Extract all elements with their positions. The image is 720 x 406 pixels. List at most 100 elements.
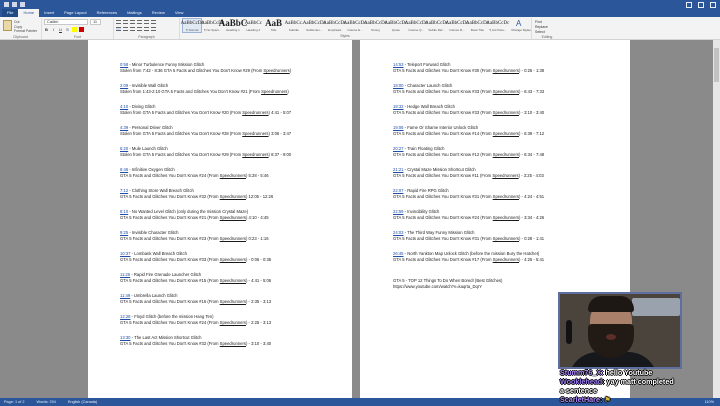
font-size-select[interactable]: 11 [90,19,101,25]
source-channel-link[interactable]: Speedrunners [242,131,268,136]
source-channel-link[interactable]: Speedrunners [263,68,289,73]
source-channel-link[interactable]: Speedrunners [220,341,246,346]
style-item[interactable]: AaBbC Heading 1 [219,18,248,33]
align-center-button[interactable] [123,27,128,31]
timestamp-link[interactable]: 13:30 [120,335,130,340]
source-channel-link[interactable]: Speedrunners [220,320,246,325]
source-channel-link[interactable]: Speedrunners [493,194,519,199]
timestamp-link[interactable]: 6:46 [120,167,128,172]
timestamp-link[interactable]: 24:03 [393,230,403,235]
decrease-indent-button[interactable] [137,20,142,24]
tab-home[interactable]: Home [18,9,40,17]
source-channel-link[interactable]: Speedrunners [493,131,519,136]
tab-insert[interactable]: Insert [39,9,59,17]
underline-button[interactable]: U [58,27,63,32]
source-channel-link[interactable]: Speedrunners [493,89,519,94]
align-right-button[interactable] [130,27,135,31]
source-channel-link[interactable]: Speedrunners [220,194,246,199]
italic-button[interactable]: I [51,27,56,32]
timestamp-link[interactable]: 8:10 [120,209,128,214]
page2-footer-link[interactable]: https://www.youtube.com/watch?v=kaqrta_D… [393,284,482,290]
page-count[interactable]: Page: 1 of 2 [4,398,24,406]
timestamp-link[interactable]: 18:32 [393,104,403,109]
highlight-color-button[interactable] [72,27,77,32]
strikethrough-button[interactable]: S [65,27,70,32]
sort-button[interactable] [151,20,156,24]
justify-button[interactable] [137,27,142,31]
source-channel-link[interactable]: Speedrunners [493,236,519,241]
timestamp-link[interactable]: 21:21 [393,167,403,172]
maximize-button[interactable] [698,1,704,8]
style-item[interactable]: AaBbCcDc Intense R... [446,18,469,33]
source-channel-link[interactable]: Speedrunners [493,110,519,115]
style-item[interactable]: AaBbCcDc Intense E... [344,18,367,33]
change-styles-button[interactable]: Change Styles [510,28,532,32]
style-item[interactable]: AaBbCcDc Quote [384,18,407,33]
timestamp-link[interactable]: 12:28 [120,314,130,319]
style-item[interactable]: AaBbCc Heading 2 [243,18,263,33]
minimize-button[interactable] [686,1,692,8]
timestamp-link[interactable]: 9:25 [120,230,128,235]
shading-button[interactable] [151,27,156,31]
timestamp-link[interactable]: 4:39 [120,125,128,130]
style-item[interactable]: AaBbCcDc ¶ List Para... [486,18,509,33]
source-channel-link[interactable]: Speedrunners [242,152,268,157]
timestamp-link[interactable]: 22:59 [393,209,403,214]
timestamp-link[interactable]: 20:27 [393,146,403,151]
tab-review[interactable]: Review [147,9,170,17]
style-item[interactable]: AaBbCcDc Book Title [466,18,489,33]
close-button[interactable] [710,1,716,8]
align-left-button[interactable] [116,27,121,31]
tab-view[interactable]: View [170,9,189,17]
source-channel-link[interactable]: Speedrunners [220,299,246,304]
timestamp-link[interactable]: 6:20 [120,146,128,151]
source-channel-link[interactable]: Speedrunners [493,215,519,220]
font-color-button[interactable] [79,27,84,32]
style-item[interactable]: AaB Title [263,18,283,33]
numbering-button[interactable] [123,20,128,24]
timestamp-link[interactable]: 14:53 [393,62,403,67]
style-item[interactable]: AaBbCcDc Subtle Ref... [425,18,448,33]
source-channel-link[interactable]: Speedrunners [242,110,268,115]
source-channel-link[interactable]: Speedrunners [220,278,246,283]
source-channel-link[interactable]: Speedrunners [220,173,246,178]
timestamp-link[interactable]: 11:25 [120,272,130,277]
source-channel-link[interactable]: Speedrunners [220,257,246,262]
document-page-1[interactable]: 0:58 - Minor Turbulence Funny Mission Gl… [88,40,352,398]
style-item[interactable]: AaBbCcDc Strong [364,18,387,33]
source-channel-link[interactable]: Speedrunners [493,152,519,157]
source-channel-link[interactable]: Speedrunners [261,89,287,94]
style-item[interactable]: AaBbCcDc Emphasis [323,18,346,33]
timestamp-link[interactable]: 4:10 [120,104,128,109]
style-item[interactable]: AaBbCc. Subtitle [284,18,304,33]
tab-mailings[interactable]: Mailings [122,9,147,17]
save-icon[interactable] [4,2,9,7]
format-painter-button[interactable]: Format Painter [14,29,37,34]
timestamp-link[interactable]: 11:49 [120,293,130,298]
style-item[interactable]: AaBbCcDc Intense Q... [405,18,428,33]
paste-button[interactable] [3,20,12,31]
vertical-scrollbar[interactable] [713,40,720,398]
timestamp-link[interactable]: 26:45 [393,251,403,256]
source-channel-link[interactable]: Speedrunners [220,236,246,241]
bold-button[interactable]: B [44,27,49,32]
word-count[interactable]: Words: 294 [36,398,55,406]
undo-icon[interactable] [12,2,17,7]
source-channel-link[interactable]: Speedrunners [220,215,246,220]
timestamp-link[interactable]: 7:12 [120,188,128,193]
tab-page-layout[interactable]: Page Layout [59,9,91,17]
line-spacing-button[interactable] [144,27,149,31]
scrollbar-thumb[interactable] [714,48,719,82]
source-channel-link[interactable]: Speedrunners [493,257,519,262]
timestamp-link[interactable]: 22:07 [393,188,403,193]
bullets-button[interactable] [116,20,121,24]
redo-icon[interactable] [20,2,25,7]
increase-indent-button[interactable] [144,20,149,24]
timestamp-link[interactable]: 0:58 [120,62,128,67]
source-channel-link[interactable]: Speedrunners [493,68,519,73]
font-name-select[interactable]: Calibri [44,19,88,25]
timestamp-link[interactable]: 2:09 [120,83,128,88]
tab-file[interactable]: File [2,9,19,17]
timestamp-link[interactable]: 10:37 [120,251,130,256]
change-styles-icon[interactable]: A [516,19,521,28]
